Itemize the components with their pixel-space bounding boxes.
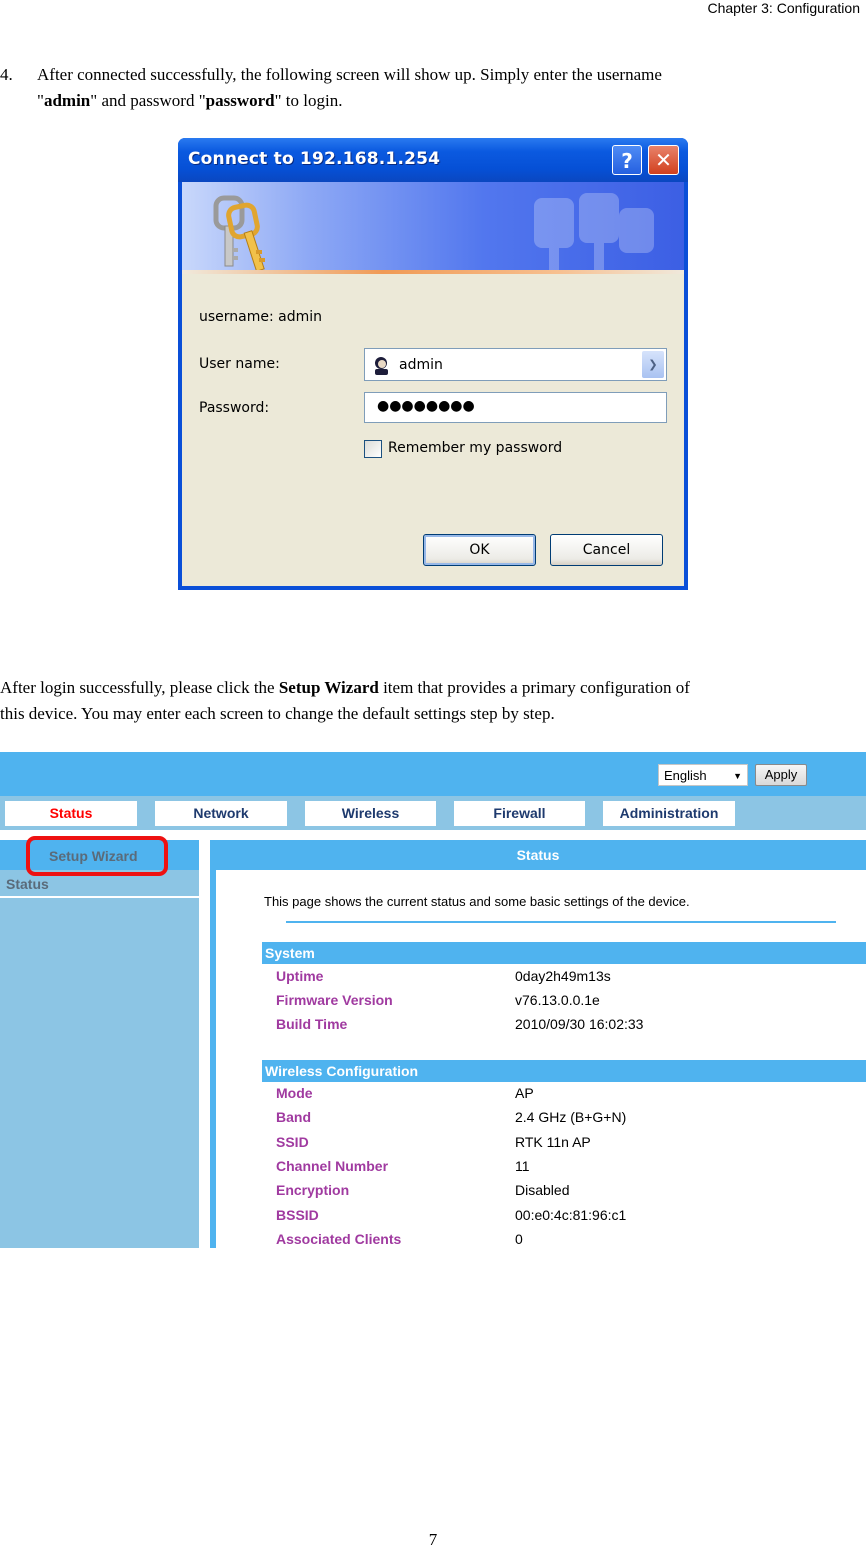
- ok-button[interactable]: OK: [423, 534, 536, 566]
- table-row: Band 2.4 GHz (B+G+N): [276, 1109, 627, 1125]
- top-bar: English ▼ Apply: [0, 752, 866, 796]
- remember-password-label[interactable]: Remember my password: [388, 440, 562, 456]
- tab-administration[interactable]: Administration: [603, 801, 735, 826]
- content-body: This page shows the current status and s…: [216, 870, 866, 1248]
- sidebar-item-status[interactable]: Status: [0, 870, 199, 898]
- sidebar-item-label: Status: [6, 876, 49, 892]
- dropdown-arrow-icon: ▼: [733, 771, 742, 781]
- language-value: English: [664, 768, 707, 783]
- divider: [286, 921, 836, 923]
- realm-text: username: admin: [199, 309, 323, 325]
- tab-status[interactable]: Status: [5, 801, 137, 826]
- remember-password-checkbox[interactable]: [364, 440, 382, 458]
- password-label: Password:: [199, 400, 270, 416]
- password-value: ●●●●●●●●: [377, 398, 475, 414]
- table-row: Uptime 0day2h49m13s: [276, 968, 611, 984]
- step-text: After connected successfully, the follow…: [37, 65, 662, 110]
- table-row: Associated Clients 0: [276, 1231, 523, 1247]
- main-nav: Status Network Wireless Firewall Adminis…: [0, 796, 866, 830]
- page-description: This page shows the current status and s…: [264, 894, 690, 909]
- login-dialog: Connect to 192.168.1.254 ? ✕ username: a…: [178, 138, 688, 590]
- close-button[interactable]: ✕: [648, 145, 679, 175]
- help-icon: ?: [621, 149, 633, 173]
- dialog-banner: [182, 182, 684, 274]
- page-number: 7: [428, 1530, 438, 1549]
- username-label: User name:: [199, 356, 280, 372]
- help-button[interactable]: ?: [612, 145, 642, 175]
- table-row: SSID RTK 11n AP: [276, 1134, 591, 1150]
- username-emphasis: admin: [43, 91, 91, 110]
- apply-button[interactable]: Apply: [755, 764, 807, 786]
- step-number: 4.: [0, 65, 13, 84]
- section-header-wireless: Wireless Configuration: [262, 1060, 866, 1082]
- table-row: BSSID 00:e0:4c:81:96:c1: [276, 1207, 627, 1223]
- chapter-header: Chapter 3: Configuration: [707, 0, 860, 16]
- tab-network[interactable]: Network: [155, 801, 287, 826]
- dialog-body: username: admin User name: admin ❯ Passw…: [182, 274, 684, 586]
- close-icon: ✕: [655, 148, 672, 172]
- table-row: Build Time 2010/09/30 16:02:33: [276, 1016, 644, 1032]
- cancel-button[interactable]: Cancel: [550, 534, 663, 566]
- chevron-down-icon[interactable]: ❯: [642, 351, 664, 378]
- router-web-ui: English ▼ Apply Status Network Wireless …: [0, 752, 866, 1248]
- section-header-system: System: [262, 942, 866, 964]
- content-title: Status: [516, 847, 560, 863]
- table-row: Firmware Version v76.13.0.0.1e: [276, 992, 600, 1008]
- password-field[interactable]: ●●●●●●●●: [364, 392, 667, 423]
- background-keys-icon: [534, 193, 654, 274]
- tab-wireless[interactable]: Wireless: [305, 801, 436, 826]
- content-panel: Status This page shows the current statu…: [210, 840, 866, 1248]
- keys-icon: [213, 195, 265, 272]
- table-row: Channel Number 11: [276, 1158, 530, 1174]
- table-row: Mode AP: [276, 1085, 534, 1101]
- user-icon: [375, 357, 388, 375]
- username-value: admin: [399, 357, 443, 373]
- dialog-title: Connect to 192.168.1.254: [188, 149, 441, 169]
- dialog-titlebar: Connect to 192.168.1.254 ? ✕: [178, 138, 688, 182]
- setup-wizard-emphasis: Setup Wizard: [278, 678, 379, 697]
- after-login-instruction: After login successfully, please click t…: [0, 678, 690, 723]
- password-emphasis: password: [205, 91, 275, 110]
- username-combobox[interactable]: admin ❯: [364, 348, 667, 381]
- language-select[interactable]: English ▼: [658, 764, 748, 786]
- tab-firewall[interactable]: Firewall: [454, 801, 585, 826]
- table-row: Encryption Disabled: [276, 1182, 570, 1198]
- sidebar: Setup Wizard Status: [0, 836, 199, 1248]
